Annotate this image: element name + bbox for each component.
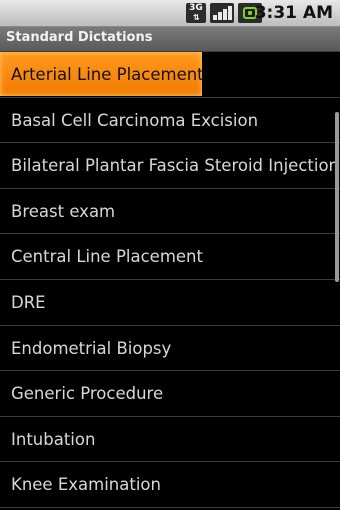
- status-bar: 3G ⇅ 3:31 AM: [0, 0, 340, 27]
- list-item-label: Knee Examination: [11, 475, 161, 495]
- scrollbar[interactable]: [335, 112, 339, 282]
- list-item-label: DRE: [11, 292, 46, 312]
- list-item-label: Intubation: [11, 429, 96, 449]
- list-item[interactable]: DRE: [0, 280, 340, 326]
- list-item[interactable]: Endometrial Biopsy: [0, 326, 340, 372]
- list-item-label: Endometrial Biopsy: [11, 338, 172, 358]
- list-item-label: Generic Procedure: [11, 384, 164, 404]
- list-item[interactable]: Arterial Line Placement: [0, 52, 340, 98]
- data-activity-icon: ⇅: [193, 13, 200, 22]
- signal-strength-icon: [210, 3, 234, 23]
- list-item-label: Breast exam: [11, 201, 116, 221]
- list-item[interactable]: Generic Procedure: [0, 371, 340, 417]
- list-item[interactable]: Intubation: [0, 417, 340, 463]
- list-item[interactable]: Knee Examination: [0, 462, 340, 508]
- list-item-label: Central Line Placement: [11, 247, 203, 267]
- list-item-label: Bilateral Plantar Fascia Steroid Injecti…: [11, 156, 340, 176]
- title-bar: Standard Dictations: [0, 27, 340, 52]
- status-time: 3:31 AM: [254, 3, 333, 23]
- 3g-data-icon: 3G ⇅: [186, 3, 206, 23]
- list-item-label: Arterial Line Placement: [11, 65, 204, 84]
- list-item[interactable]: Basal Cell Carcinoma Excision: [0, 98, 340, 144]
- list-item-label: Basal Cell Carcinoma Excision: [11, 110, 259, 130]
- list-item[interactable]: Central Line Placement: [0, 234, 340, 280]
- list-item[interactable]: Breast exam: [0, 189, 340, 235]
- list-item[interactable]: Bilateral Plantar Fascia Steroid Injecti…: [0, 143, 340, 189]
- network-type-label: 3G: [189, 3, 203, 13]
- dictation-list[interactable]: Arterial Line Placement Basal Cell Carci…: [0, 52, 340, 510]
- page-title: Standard Dictations: [6, 30, 153, 45]
